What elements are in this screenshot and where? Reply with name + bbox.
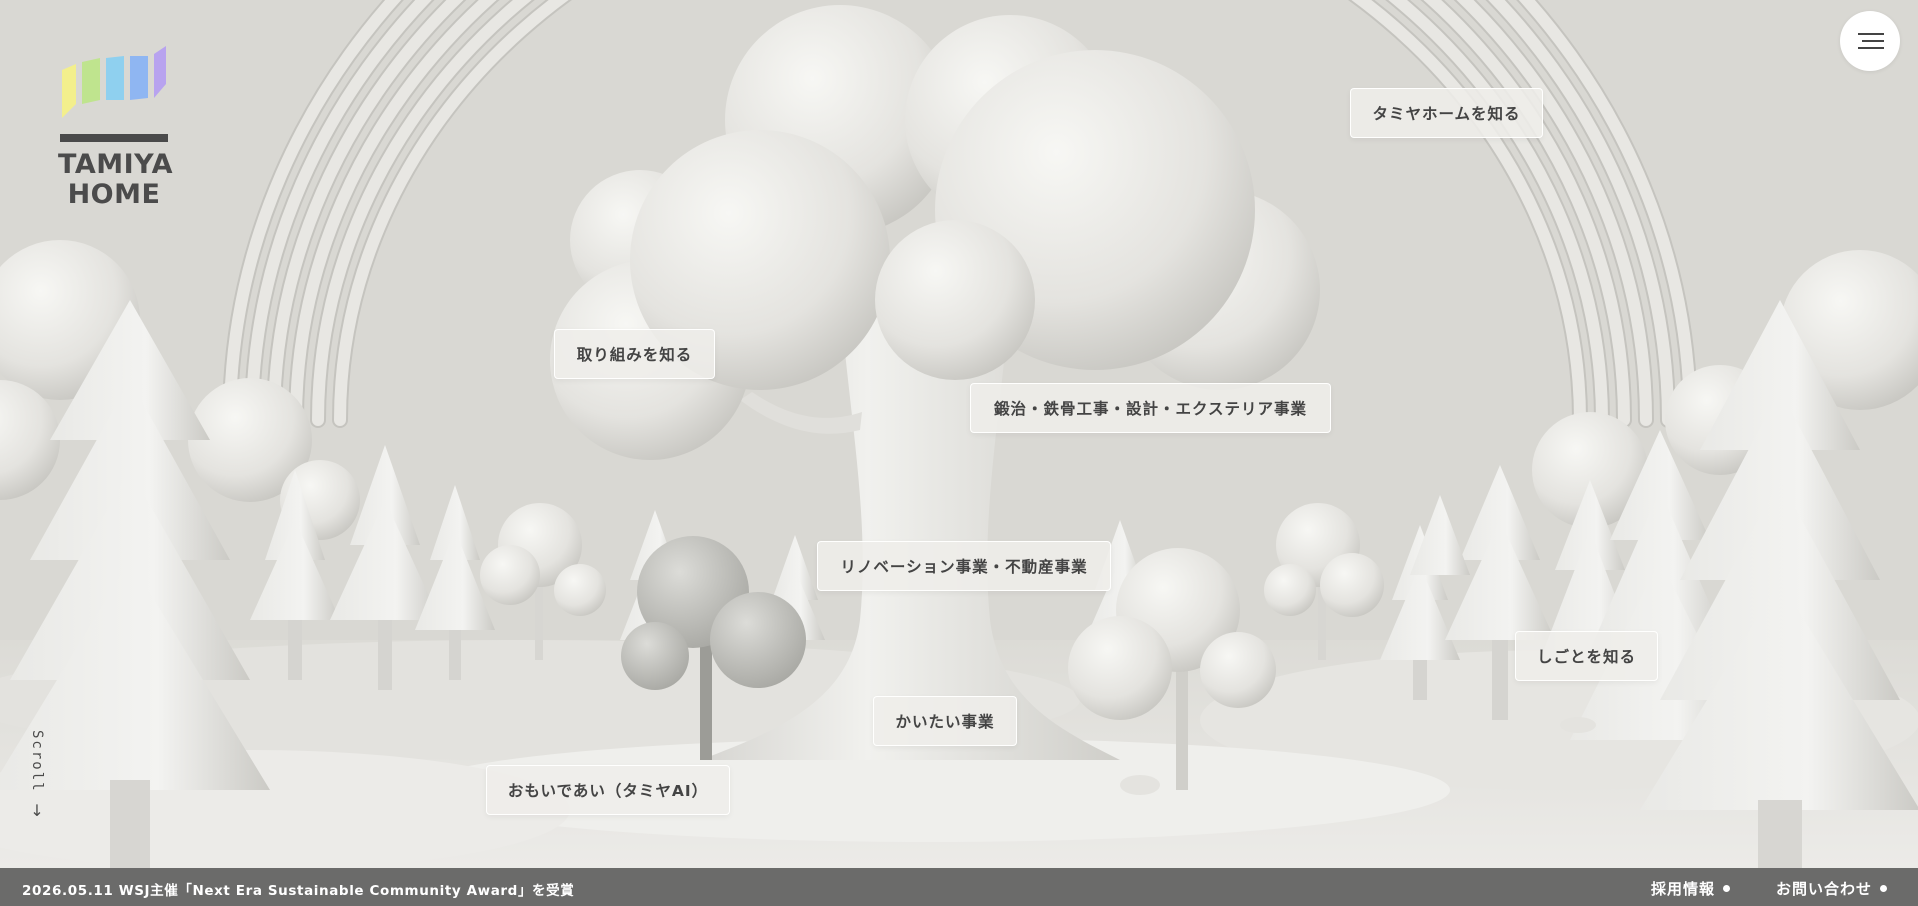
nav-tag-demolition[interactable]: かいたい事業 [873, 696, 1017, 746]
logo-wordmark-line1: TAMIYA [58, 149, 173, 180]
nav-tag-about-tamiya-home[interactable]: タミヤホームを知る [1350, 88, 1543, 138]
scroll-label: Scroll [29, 730, 45, 793]
tamiya-home-logo[interactable]: TAMIYA HOME [58, 44, 173, 210]
nav-tag-omoideai-ai[interactable]: おもいであい（タミヤAI） [486, 765, 730, 815]
logo-color-bars-icon [62, 46, 166, 118]
footer-bar: 2026.05.11 WSJ主催「Next Era Sustainable Co… [0, 868, 1918, 906]
nav-tag-work[interactable]: しごとを知る [1515, 631, 1658, 681]
dot-icon [1723, 885, 1731, 892]
scroll-indicator[interactable]: Scroll ↓ [22, 730, 52, 830]
nav-tag-initiatives[interactable]: 取り組みを知る [554, 329, 715, 379]
recruit-link[interactable]: 採用情報 [1651, 878, 1731, 899]
hamburger-icon-line [1858, 47, 1884, 49]
logo-wordmark-line2: HOME [67, 179, 161, 210]
logo-divider [60, 134, 168, 142]
hamburger-icon [1858, 33, 1884, 35]
menu-button[interactable] [1840, 11, 1900, 71]
contact-link-label: お問い合わせ [1776, 880, 1873, 898]
nav-tag-renovation-realestate[interactable]: リノベーション事業・不動産事業 [817, 541, 1111, 591]
dot-icon [1880, 885, 1888, 892]
hamburger-icon-line [1862, 40, 1884, 42]
news-ticker-link[interactable]: 2026.05.11 WSJ主催「Next Era Sustainable Co… [22, 879, 574, 899]
arrow-down-icon: ↓ [30, 800, 44, 820]
nav-tag-steel-design-exterior[interactable]: 鍛治・鉄骨工事・設計・エクステリア事業 [970, 383, 1331, 433]
recruit-link-label: 採用情報 [1651, 880, 1716, 898]
contact-link[interactable]: お問い合わせ [1776, 878, 1888, 899]
